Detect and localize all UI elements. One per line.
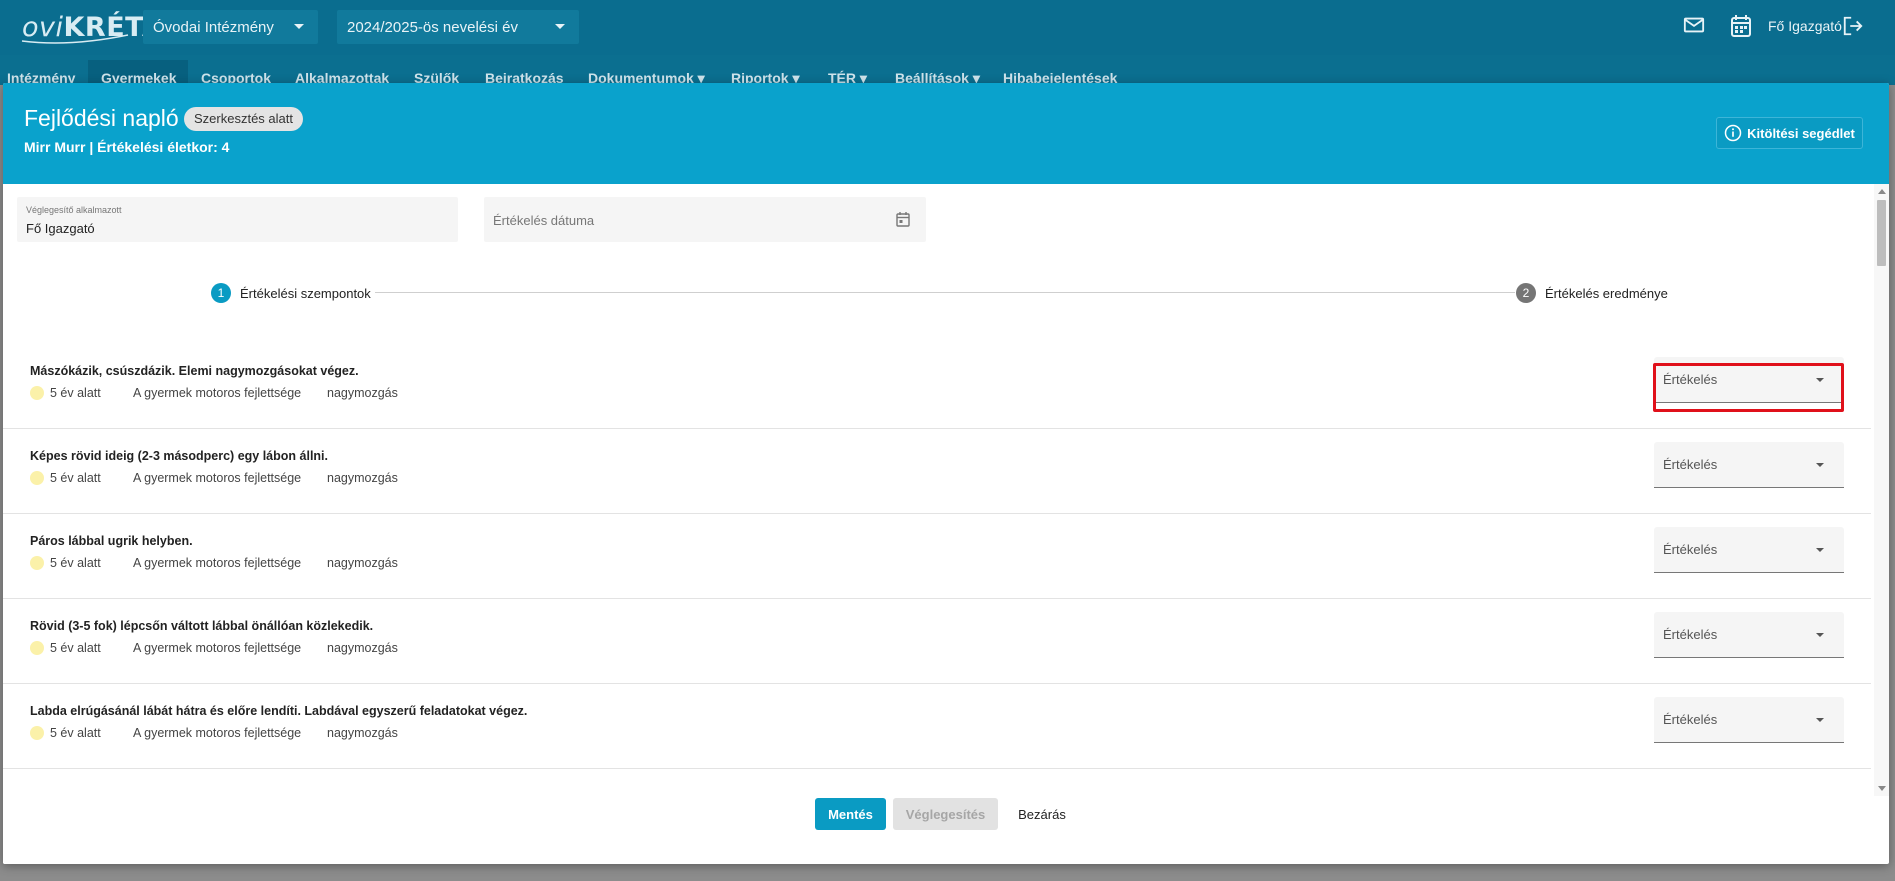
criteria-age: 5 év alatt [50,386,101,400]
status-badge: Szerkesztés alatt [184,107,303,131]
age-indicator-dot [30,726,44,740]
calendar-icon[interactable] [1731,15,1751,37]
criteria-area: A gyermek motoros fejlettsége [133,471,302,485]
logout-icon[interactable] [1842,15,1864,37]
evaluation-date-field[interactable]: Értékelés dátuma [484,197,926,242]
user-menu[interactable]: Fő Igazgató [1768,18,1842,34]
evaluation-date-placeholder: Értékelés dátuma [493,213,595,228]
main-nav: Intézmény Gyermekek Csoportok Alkalmazot… [0,55,1895,86]
evaluation-select-label: Értékelés [1663,457,1718,472]
criteria-subarea: nagymozgás [327,641,398,655]
step-1-number[interactable]: 1 [211,283,231,303]
dialog-header: Fejlődési napló Szerkesztés alatt Mirr M… [3,83,1889,184]
scrollbar-thumb[interactable] [1877,200,1886,266]
criteria-row: Mászókázik, csúszdázik. Elemi nagymozgás… [3,344,1871,429]
help-guide-label: Kitöltési segédlet [1747,125,1855,141]
criteria-subarea: nagymozgás [327,471,398,485]
finalize-button: Véglegesítés [893,798,998,830]
mail-icon[interactable] [1683,14,1705,36]
chevron-down-icon [1816,548,1824,552]
institution-select-value: Óvodai Intézmény [153,18,274,36]
evaluation-select-label: Értékelés [1663,542,1718,557]
age-indicator-dot [30,556,44,570]
age-indicator-dot [30,471,44,485]
criteria-title: Képes rövid ideig (2-3 másodperc) egy lá… [30,449,328,463]
evaluation-select[interactable]: Értékelés [1654,612,1844,658]
chevron-down-icon [555,24,565,29]
evaluation-select[interactable]: Értékelés [1654,357,1844,403]
criteria-area: A gyermek motoros fejlettsége [133,641,302,655]
year-select[interactable]: 2024/2025-ös nevelési év [337,10,579,44]
criteria-age: 5 év alatt [50,471,101,485]
finalizer-field[interactable]: Véglegesítő alkalmazott Fő Igazgató [17,197,458,242]
criteria-age: 5 év alatt [50,556,101,570]
step-2-label[interactable]: Értékelés eredménye [1545,286,1668,301]
chevron-down-icon [294,24,304,29]
dialog-title: Fejlődési napló [24,105,179,131]
criteria-row: Labda elrúgásánál lábát hátra és előre l… [3,684,1871,769]
criteria-subarea: nagymozgás [327,386,398,400]
evaluation-select[interactable]: Értékelés [1654,697,1844,743]
criteria-area: A gyermek motoros fejlettsége [133,386,302,400]
evaluation-select-label: Értékelés [1663,627,1718,642]
close-button[interactable]: Bezárás [1003,798,1081,830]
help-guide-button[interactable]: Kitöltési segédlet [1716,117,1863,149]
year-select-value: 2024/2025-ös nevelési év [347,18,518,36]
criteria-age: 5 év alatt [50,641,101,655]
stepper-connector [375,292,1515,293]
criteria-row: Képes rövid ideig (2-3 másodperc) egy lá… [3,429,1871,514]
dialog-footer: Mentés Véglegesítés Bezárás [3,776,1874,864]
dialog-subtitle: Mirr Murr | Értékelési életkor: 4 [24,139,230,155]
evaluation-select[interactable]: Értékelés [1654,442,1844,488]
step-1-label[interactable]: Értékelési szempontok [240,286,371,301]
institution-select[interactable]: Óvodai Intézmény [143,10,318,44]
criteria-subarea: nagymozgás [327,726,398,740]
chevron-down-icon [1816,378,1824,382]
development-log-dialog: Fejlődési napló Szerkesztés alatt Mirr M… [3,83,1889,864]
criteria-row: Páros lábbal ugrik helyben. 5 év alatt A… [3,514,1871,599]
scroll-down-icon[interactable] [1878,786,1886,791]
age-indicator-dot [30,641,44,655]
finalizer-label: Véglegesítő alkalmazott [26,205,122,215]
criteria-title: Rövid (3-5 fok) lépcsőn váltott lábbal ö… [30,619,374,633]
chevron-down-icon [1816,633,1824,637]
step-2-number[interactable]: 2 [1516,283,1536,303]
finalizer-value: Fő Igazgató [26,221,95,236]
criteria-title: Mászókázik, csúszdázik. Elemi nagymozgás… [30,364,359,378]
evaluation-select-label: Értékelés [1663,712,1718,727]
app-logo[interactable]: oviKRÉTA [20,8,163,46]
scroll-up-icon[interactable] [1878,189,1886,194]
criteria-row: Rövid (3-5 fok) lépcsőn váltott lábbal ö… [3,599,1871,684]
age-indicator-dot [30,386,44,400]
chevron-down-icon [1816,718,1824,722]
evaluation-select[interactable]: Értékelés [1654,527,1844,573]
criteria-title: Páros lábbal ugrik helyben. [30,534,193,548]
criteria-title: Labda elrúgásánál lábát hátra és előre l… [30,704,528,718]
criteria-area: A gyermek motoros fejlettsége [133,556,302,570]
criteria-age: 5 év alatt [50,726,101,740]
evaluation-select-label: Értékelés [1663,372,1718,387]
save-button[interactable]: Mentés [815,798,886,830]
info-icon [1724,124,1742,142]
criteria-area: A gyermek motoros fejlettsége [133,726,302,740]
logo-swoosh-icon [21,34,129,44]
criteria-subarea: nagymozgás [327,556,398,570]
scrollbar[interactable] [1874,184,1889,796]
chevron-down-icon [1816,463,1824,467]
top-bar: oviKRÉTA Óvodai Intézmény 2024/2025-ös n… [0,0,1895,55]
calendar-icon[interactable] [896,212,910,227]
